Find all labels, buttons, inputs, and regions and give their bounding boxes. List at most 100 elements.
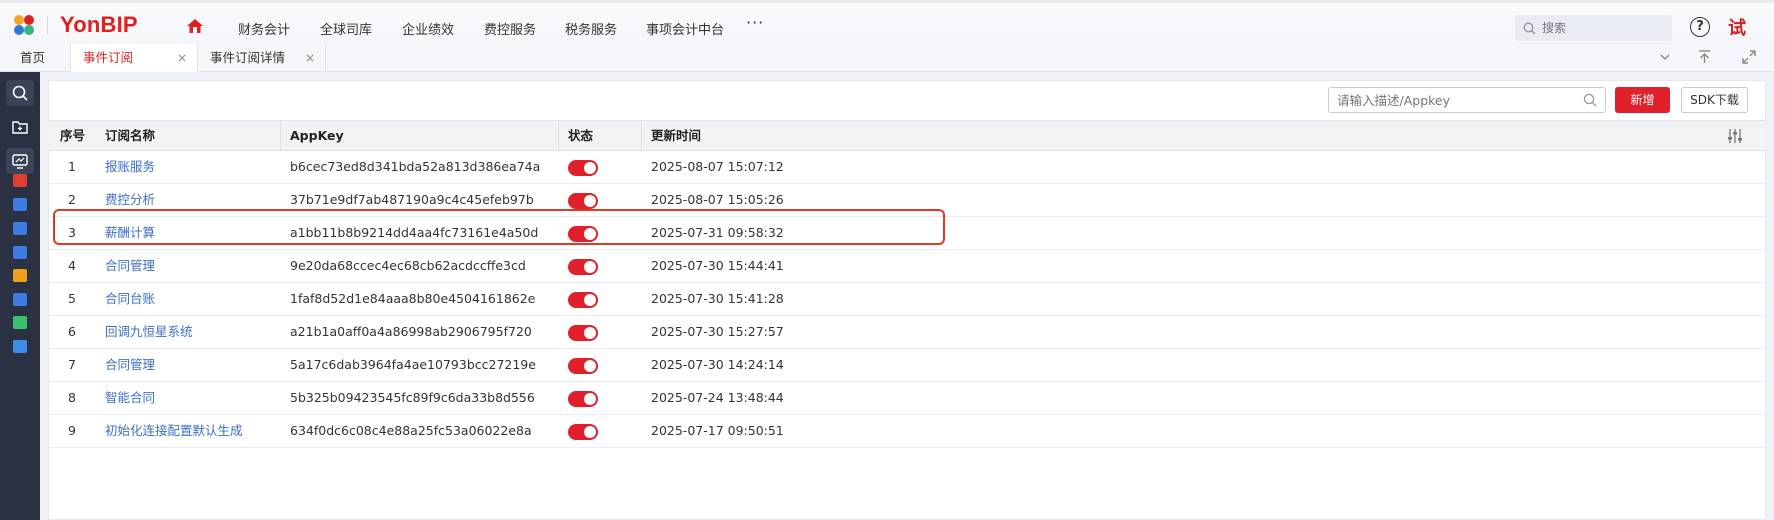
table-row[interactable]: 2 费控分析 37b71e9df7ab487190a9c4c45efeb97b 202… (48, 184, 1766, 217)
top-navigation-bar: YonBIP 财务会计 全球司库 企业绩效 费控服务 税务服务 事项会计中台 ·… (0, 0, 1774, 44)
updated-time: 2025-07-17 09:50:51 (651, 423, 784, 438)
appkey-value: a21b1a0aff0a4a86998ab2906795f720 (290, 324, 532, 339)
table-row[interactable]: 8 智能合同 5b325b09423545fc89f9c6da33b8d556 202… (48, 382, 1766, 415)
status-toggle[interactable] (568, 160, 598, 176)
global-search-box[interactable] (1515, 15, 1672, 41)
description-search-box[interactable] (1328, 87, 1606, 113)
subscription-name-link[interactable]: 智能合同 (105, 382, 155, 414)
nav-item-event-accounting[interactable]: 事项会计中台 (646, 19, 724, 38)
table-row[interactable]: 5 合同台账 1faf8d52d1e84aaa8b80e4504161862e 202… (48, 283, 1766, 316)
column-settings-icon[interactable] (1727, 128, 1743, 144)
status-toggle[interactable] (568, 391, 598, 407)
appkey-value: 5b325b09423545fc89f9c6da33b8d556 (290, 390, 535, 405)
status-toggle[interactable] (568, 424, 598, 440)
logo-divider (47, 16, 48, 34)
browser-edge-strip (0, 0, 1774, 3)
description-search-input[interactable] (1337, 92, 1577, 108)
appkey-value: 5a17c6dab3964fa4ae10793bcc27219e (290, 357, 536, 372)
status-toggle[interactable] (568, 226, 598, 242)
yonyou-logo-icon (14, 15, 34, 35)
global-search-input[interactable] (1542, 21, 1662, 35)
fullscreen-icon[interactable] (1742, 50, 1756, 64)
column-divider[interactable] (558, 121, 559, 151)
app-shortcut-icon[interactable] (13, 222, 27, 235)
subscription-name-link[interactable]: 费控分析 (105, 184, 155, 216)
status-toggle[interactable] (568, 193, 598, 209)
column-header-index: 序号 (60, 128, 86, 143)
cart-app-icon[interactable] (13, 269, 27, 282)
tab-event-subscription[interactable]: 事件订阅 × (70, 44, 198, 73)
app-logo-text: YonBIP (60, 12, 138, 37)
app-shortcut-icon[interactable] (13, 316, 27, 329)
subscription-name-link[interactable]: 初始化连接配置默认生成 (105, 415, 243, 447)
left-sidebar (0, 72, 40, 520)
nav-item-tax-service[interactable]: 税务服务 (565, 19, 617, 38)
subscription-name-link[interactable]: 合同管理 (105, 349, 155, 381)
nav-item-global-treasury[interactable]: 全球司库 (320, 19, 372, 38)
app-shortcut-icon[interactable] (13, 198, 27, 211)
tab-event-subscription-detail[interactable]: 事件订阅详情 × (198, 44, 326, 72)
pin-top-icon[interactable] (1698, 50, 1711, 64)
grid-app-icon[interactable] (13, 340, 27, 353)
status-toggle[interactable] (568, 325, 598, 341)
nav-item-expense-control[interactable]: 费控服务 (484, 19, 536, 38)
close-icon[interactable]: × (305, 44, 315, 72)
table-row[interactable]: 3 薪酬计算 a1bb11b8b9214dd4aa4fc73161e4a50d 202… (48, 217, 1766, 250)
tab-home[interactable]: 首页 (10, 44, 64, 72)
column-header-subscription-name[interactable]: 订阅名称 (105, 121, 155, 151)
updated-time: 2025-08-07 15:07:12 (651, 159, 784, 174)
subscription-name-link[interactable]: 报账服务 (105, 151, 155, 183)
sidebar-monitor-button[interactable] (6, 148, 34, 174)
appkey-value: 1faf8d52d1e84aaa8b80e4504161862e (290, 291, 536, 306)
updated-time: 2025-07-31 09:58:32 (651, 225, 784, 240)
table-row[interactable]: 1 报账服务 b6cec73ed8d341bda52a813d386ea74a 202… (48, 151, 1766, 184)
help-icon[interactable]: ? (1690, 17, 1710, 37)
table-row[interactable]: 7 合同管理 5a17c6dab3964fa4ae10793bcc27219e 202… (48, 349, 1766, 382)
app-shortcut-icon[interactable] (13, 293, 27, 306)
status-toggle[interactable] (568, 358, 598, 374)
table-row[interactable]: 9 初始化连接配置默认生成 634f0dc6c08c4e88a25fc53a0602… (48, 415, 1766, 448)
row-index: 2 (68, 192, 76, 207)
column-header-status[interactable]: 状态 (568, 121, 593, 151)
row-index: 6 (68, 324, 76, 339)
column-divider[interactable] (641, 121, 642, 151)
search-icon (12, 85, 28, 101)
nav-item-performance[interactable]: 企业绩效 (402, 19, 454, 38)
app-shortcut-icon[interactable] (13, 246, 27, 259)
appkey-value: 634f0dc6c08c4e88a25fc53a06022e8a (290, 423, 532, 438)
sidebar-search-button[interactable] (6, 80, 34, 106)
table-row[interactable]: 4 合同管理 9e20da68ccec4ec68cb62acdccffe3cd 202… (48, 250, 1766, 283)
table-row[interactable]: 6 回调九恒星系统 a21b1a0aff0a4a86998ab2906795f720… (48, 316, 1766, 349)
more-nav-button[interactable]: ··· (746, 13, 764, 32)
column-header-appkey[interactable]: AppKey (290, 121, 344, 151)
app-shortcut-icon[interactable] (13, 174, 27, 187)
column-divider[interactable] (280, 121, 281, 151)
updated-time: 2025-07-30 14:24:14 (651, 357, 784, 372)
sdk-download-button[interactable]: SDK下载 (1681, 87, 1748, 113)
subscription-name-link[interactable]: 合同台账 (105, 283, 155, 315)
add-button[interactable]: 新增 (1615, 87, 1670, 113)
appkey-value: b6cec73ed8d341bda52a813d386ea74a (290, 159, 541, 174)
tab-event-subscription-label: 事件订阅 (83, 50, 134, 65)
updated-time: 2025-07-30 15:44:41 (651, 258, 784, 273)
subscription-name-link[interactable]: 薪酬计算 (105, 217, 155, 249)
row-index: 9 (68, 423, 76, 438)
row-index: 3 (68, 225, 76, 240)
nav-item-financial-accounting[interactable]: 财务会计 (238, 19, 290, 38)
appkey-value: a1bb11b8b9214dd4aa4fc73161e4a50d (290, 225, 539, 240)
close-icon[interactable]: × (177, 44, 187, 72)
subscription-name-link[interactable]: 合同管理 (105, 250, 155, 282)
updated-time: 2025-07-30 15:41:28 (651, 291, 784, 306)
table-header: 序号 订阅名称 AppKey 状态 更新时间 (48, 120, 1766, 151)
user-avatar[interactable]: 试 (1728, 14, 1746, 40)
updated-time: 2025-07-24 13:48:44 (651, 390, 784, 405)
status-toggle[interactable] (568, 259, 598, 275)
row-index: 7 (68, 357, 76, 372)
sidebar-folder-button[interactable] (6, 114, 34, 140)
status-toggle[interactable] (568, 292, 598, 308)
search-icon[interactable] (1583, 93, 1597, 107)
column-header-updated-time[interactable]: 更新时间 (651, 121, 701, 151)
subscription-name-link[interactable]: 回调九恒星系统 (105, 316, 193, 348)
home-icon[interactable] (187, 19, 203, 33)
chevron-down-icon[interactable] (1660, 54, 1670, 62)
